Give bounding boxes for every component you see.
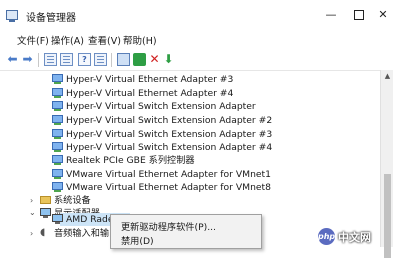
network-adapter-icon <box>52 88 63 98</box>
menu-action[interactable]: 操作(A) <box>51 33 84 47</box>
network-adapter-icon <box>52 182 63 192</box>
watermark-text: 中文网 <box>338 231 371 244</box>
menu-file[interactable]: 文件(F) <box>17 33 49 47</box>
php-logo-icon: php <box>318 228 335 245</box>
maximize-icon <box>354 10 364 20</box>
scan-hardware-icon[interactable] <box>94 53 107 66</box>
close-button[interactable]: ✕ <box>369 4 393 26</box>
network-adapter-icon <box>52 155 63 165</box>
context-update-driver[interactable]: 更新驱动程序软件(P)... <box>121 219 216 233</box>
context-disable[interactable]: 禁用(D) <box>121 233 154 247</box>
scroll-up-arrow-icon[interactable]: ▲ <box>381 70 393 82</box>
menu-help[interactable]: 帮助(H) <box>123 33 157 47</box>
display-adapter-icon <box>52 214 63 224</box>
network-adapter-icon <box>52 101 63 111</box>
uninstall-device-icon[interactable]: ✕ <box>148 53 161 66</box>
network-adapter-icon <box>52 142 63 152</box>
help-icon[interactable]: ? <box>78 53 91 66</box>
disable-device-icon[interactable]: ⬇ <box>162 53 175 66</box>
context-menu: 更新驱动程序软件(P)... 禁用(D) <box>110 214 262 249</box>
network-adapter-icon <box>52 129 63 139</box>
expand-chevron-icon[interactable]: › <box>30 227 33 240</box>
network-adapter-icon <box>52 115 63 125</box>
network-adapter-icon <box>52 169 63 179</box>
back-arrow-icon[interactable]: ⬅ <box>6 53 19 66</box>
window-title: 设备管理器 <box>26 13 76 24</box>
forward-arrow-icon[interactable]: ➡ <box>21 53 34 66</box>
speaker-icon: ◖ <box>40 227 46 238</box>
vertical-scrollbar[interactable]: ▲ <box>380 70 393 258</box>
menu-view[interactable]: 查看(V) <box>88 33 121 47</box>
title-bar[interactable]: 设备管理器 — ✕ <box>0 0 393 30</box>
update-driver-icon[interactable] <box>117 53 130 66</box>
minimize-button[interactable]: — <box>317 4 345 26</box>
console-tree-icon[interactable] <box>60 53 73 66</box>
php-cn-watermark: php 中文网 <box>318 226 393 247</box>
display-adapter-icon <box>40 208 51 218</box>
toolbar-separator <box>111 53 112 67</box>
toolbar-separator <box>38 53 39 67</box>
collapse-chevron-icon[interactable]: ⌄ <box>29 206 36 219</box>
device-manager-icon <box>6 10 18 22</box>
enable-device-icon[interactable] <box>133 53 146 66</box>
device-manager-window: 设备管理器 — ✕ 文件(F) 操作(A) 查看(V) 帮助(H) ⬅ ➡ ? … <box>0 0 393 258</box>
folder-icon <box>40 196 51 204</box>
properties-icon[interactable] <box>44 53 57 66</box>
toolbar: ⬅ ➡ ? ✕ ⬇ <box>0 51 393 69</box>
network-adapter-icon <box>52 74 63 84</box>
